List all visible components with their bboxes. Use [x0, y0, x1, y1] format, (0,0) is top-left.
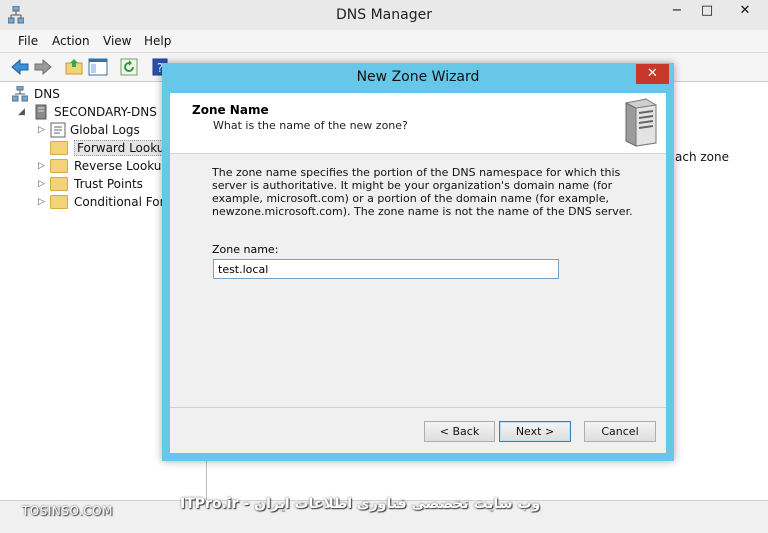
main-titlebar: DNS Manager − □ ✕ [0, 0, 768, 30]
tree-item-trust-points[interactable]: ▷ Trust Points [38, 175, 143, 193]
minimize-button[interactable]: − [660, 0, 694, 22]
close-window-button[interactable]: ✕ [724, 0, 766, 22]
folder-icon [50, 195, 68, 209]
dns-icon [12, 86, 28, 102]
tree-root-label: DNS [34, 87, 60, 101]
menu-file[interactable]: File [18, 34, 38, 48]
menu-view[interactable]: View [103, 34, 131, 48]
cancel-button[interactable]: Cancel [584, 421, 656, 442]
tree-item-label: Trust Points [74, 177, 143, 191]
dialog-title: New Zone Wizard [356, 69, 480, 85]
dialog-close-button[interactable]: ✕ [636, 64, 669, 84]
zone-name-label: Zone name: [212, 243, 279, 256]
watermark-right: وب سایت تخصصی فناوری اطلاعات ایران - ITP… [180, 496, 541, 512]
log-icon [50, 122, 66, 138]
expand-arrow-icon[interactable]: ▷ [38, 197, 50, 207]
tree-server-label: SECONDARY-DNS [54, 105, 157, 119]
button-separator [170, 407, 666, 408]
tree-item-conditional-forwarders[interactable]: ▷ Conditional Forw [38, 193, 174, 211]
dialog-body: Zone Name What is the name of the new zo… [170, 93, 666, 453]
tree-item-global-logs[interactable]: ▷ Global Logs [38, 121, 140, 139]
wizard-header: Zone Name What is the name of the new zo… [170, 93, 666, 154]
back-button[interactable]: < Back [424, 421, 495, 442]
tree-item-reverse-lookup[interactable]: ▷ Reverse Lookup Z [38, 157, 181, 175]
refresh-icon[interactable] [119, 57, 139, 77]
expand-arrow-icon[interactable]: ▷ [38, 125, 50, 135]
folder-icon [50, 141, 68, 155]
details-partial-text: ach zone [675, 150, 729, 164]
tree-server[interactable]: ◢ SECONDARY-DNS [18, 103, 157, 121]
menu-bar: File Action View Help [0, 30, 768, 53]
tree-item-label: Global Logs [70, 123, 140, 137]
folder-icon [50, 177, 68, 191]
wizard-step-subtitle: What is the name of the new zone? [213, 119, 408, 132]
watermark-left: TOSINSO.COM [22, 504, 113, 518]
wizard-step-title: Zone Name [192, 103, 269, 117]
collapse-arrow-icon[interactable]: ◢ [18, 107, 30, 117]
window-title: DNS Manager [336, 7, 432, 23]
menu-help[interactable]: Help [144, 34, 171, 48]
menu-action[interactable]: Action [52, 34, 90, 48]
new-zone-wizard-dialog: New Zone Wizard ✕ Zone Name What is the … [162, 63, 674, 461]
back-arrow-icon[interactable] [10, 57, 30, 77]
show-hide-tree-icon[interactable] [88, 57, 108, 77]
expand-arrow-icon[interactable]: ▷ [38, 179, 50, 189]
next-button[interactable]: Next > [499, 421, 571, 442]
tree-root-dns[interactable]: DNS [12, 85, 60, 103]
tree-item-label: Conditional Forw [74, 195, 175, 209]
server-tower-icon [625, 98, 657, 147]
expand-arrow-icon[interactable]: ▷ [38, 161, 50, 171]
zone-name-input[interactable] [213, 259, 559, 279]
forward-arrow-icon[interactable] [33, 57, 53, 77]
maximize-button[interactable]: □ [690, 0, 724, 22]
server-icon [35, 104, 47, 120]
folder-icon [50, 159, 68, 173]
up-folder-icon[interactable] [64, 57, 84, 77]
wizard-description: The zone name specifies the portion of t… [212, 166, 633, 218]
